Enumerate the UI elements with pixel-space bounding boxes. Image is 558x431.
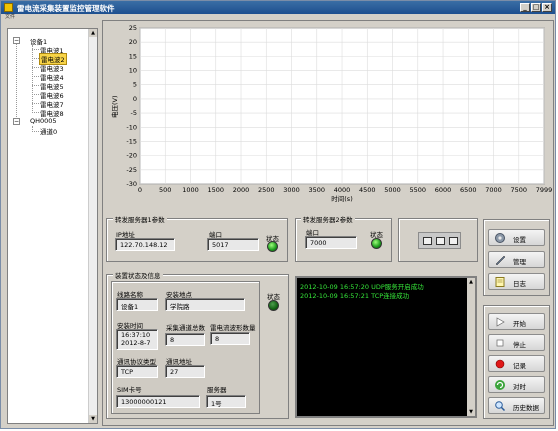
server1-port-field[interactable]: 5017 [207, 238, 259, 251]
y-tick-label: -30 [126, 180, 137, 188]
server1-title: 转发服务器1参数 [113, 214, 167, 224]
server-field[interactable]: 1号 [206, 395, 246, 408]
expand-toggle-icon[interactable]: − [13, 118, 20, 125]
x-tick-label: 3000 [283, 186, 300, 194]
tree-item-channel0[interactable]: 通道0 [40, 126, 57, 136]
title-bar: 雷电流采集装置监控管理软件 _ □ × [1, 1, 555, 14]
tree-item-qh0005[interactable]: QH0005 [30, 117, 57, 125]
stop-icon [496, 339, 504, 347]
y-tick-label: -25 [126, 166, 137, 174]
expand-toggle-icon[interactable]: − [13, 37, 20, 44]
sync-time-button[interactable]: 对时 [488, 376, 545, 393]
server2-status-led [371, 238, 382, 249]
window-title: 雷电流采集装置监控管理软件 [17, 4, 115, 13]
sim-field[interactable]: 13000000121 [116, 395, 200, 408]
server-label: 服务器 [207, 386, 227, 394]
start-button[interactable]: 开始 [488, 313, 545, 330]
close-button[interactable]: × [542, 3, 552, 12]
minimize-button[interactable]: _ [520, 3, 530, 12]
y-tick-label: 25 [129, 24, 137, 32]
x-tick-label: 6500 [460, 186, 477, 194]
y-tick-label: -20 [126, 152, 137, 160]
gear-icon [495, 233, 505, 243]
manage-button[interactable]: 管理 [488, 251, 545, 268]
install-date-value: 2012-8-7 [121, 339, 151, 347]
x-tick-label: 1000 [182, 186, 199, 194]
scroll-up-icon[interactable]: ▲ [89, 29, 97, 37]
fluid-count-field[interactable]: 8 [210, 332, 250, 345]
channels-label: 采集通道总数 [166, 324, 205, 332]
x-tick-label: 2000 [233, 186, 250, 194]
scroll-down-icon[interactable]: ▼ [89, 415, 97, 423]
y-tick-label: -5 [131, 109, 137, 117]
grid-icon[interactable] [423, 237, 432, 245]
tree-scrollbar[interactable]: ▲ ▼ [88, 29, 97, 423]
server1-ip-field[interactable]: 122.70.148.12 [115, 238, 175, 251]
log-button[interactable]: 日志 [488, 273, 545, 290]
log-console[interactable]: 2012-10-09 16:57:20 UDP服务开启成功 2012-10-09… [295, 276, 477, 418]
device-tree[interactable]: − 设备1 雷电波1 雷电波2 雷电波3 雷电波4 雷电波5 雷电波6 雷电波7… [7, 28, 98, 424]
y-tick-label: 5 [133, 81, 137, 89]
x-tick-label: 5500 [410, 186, 427, 194]
install-time-field[interactable]: 16:37:10 2012-8-7 [116, 329, 158, 350]
x-tick-label: 4500 [359, 186, 376, 194]
x-tick-label: 6000 [435, 186, 452, 194]
device-status-led [268, 300, 279, 311]
log-scrollbar[interactable]: ▲ ▼ [467, 278, 475, 416]
x-tick-label: 5000 [384, 186, 401, 194]
y-tick-label: -15 [126, 137, 137, 145]
record-icon [495, 359, 505, 369]
x-tick-label: 2500 [258, 186, 275, 194]
history-data-button[interactable]: 历史数据 [488, 397, 545, 414]
notepad-icon [495, 277, 505, 287]
app-icon [4, 3, 13, 12]
y-tick-label: 15 [129, 52, 137, 60]
fluid-count-label: 雷电流波形数量 [210, 324, 256, 332]
chart-tools-button[interactable] [418, 232, 461, 249]
y-axis-label: 电压(V) [110, 95, 119, 118]
install-time-value: 16:37:10 [121, 331, 151, 339]
server2-title: 转发服务器2参数 [301, 214, 355, 224]
menu-file[interactable]: 文件 [5, 13, 15, 20]
x-tick-label: 500 [159, 186, 171, 194]
zoom-icon[interactable] [436, 237, 445, 245]
scroll-up-icon[interactable]: ▲ [467, 278, 475, 286]
location-field[interactable]: 学院路 [165, 298, 245, 311]
x-tick-label: 1500 [207, 186, 224, 194]
record-button[interactable]: 记录 [488, 355, 545, 372]
x-tick-label: 7999 [536, 186, 552, 194]
settings-button[interactable]: 设置 [488, 229, 545, 246]
y-tick-label: -10 [126, 123, 137, 131]
x-tick-label: 7500 [511, 186, 528, 194]
chart-svg: 25 20 15 10 5 0 -5 -10 -15 -20 -25 -30 0 500 1000 1500… [106, 22, 552, 206]
stop-button[interactable]: 停止 [488, 334, 545, 351]
server2-port-field[interactable]: 7000 [305, 236, 357, 249]
line-name-field[interactable]: 设备1 [116, 298, 158, 311]
device-title: 装置状态及信息 [113, 270, 163, 280]
y-tick-label: 20 [129, 38, 137, 46]
y-tick-label: 10 [129, 67, 137, 75]
waveform-chart: 25 20 15 10 5 0 -5 -10 -15 -20 -25 -30 0 500 1000 1500… [106, 22, 552, 206]
protocol-field[interactable]: TCP [116, 365, 158, 378]
y-tick-label: 0 [133, 95, 137, 103]
address-field[interactable]: 27 [165, 365, 205, 378]
x-tick-label: 7000 [485, 186, 502, 194]
channels-field[interactable]: 8 [165, 333, 205, 346]
play-icon [496, 317, 505, 327]
pan-icon[interactable] [449, 237, 458, 245]
scroll-down-icon[interactable]: ▼ [467, 408, 475, 416]
maximize-button[interactable]: □ [531, 3, 541, 12]
magnifier-icon [495, 401, 506, 412]
x-axis-label: 时间(s) [331, 194, 352, 203]
x-tick-label: 3500 [308, 186, 325, 194]
server1-status-led [267, 241, 278, 252]
sim-label: SIM卡号 [117, 386, 142, 394]
x-tick-label: 4000 [334, 186, 351, 194]
log-line: 2012-10-09 16:57:21 TCP连接成功 [300, 292, 410, 300]
tools-icon [495, 255, 506, 266]
refresh-icon [495, 380, 505, 390]
x-tick-label: 0 [138, 186, 142, 194]
